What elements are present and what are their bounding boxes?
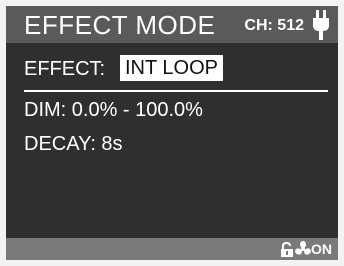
- effect-value-selected[interactable]: INT LOOP: [120, 55, 223, 81]
- fan-status: ON: [311, 241, 332, 257]
- header-bar: EFFECT MODE CH: 512: [6, 6, 338, 43]
- dim-range: DIM: 0.0% - 100.0%: [24, 99, 203, 121]
- plug-icon: [313, 10, 329, 40]
- decay-time: DECAY: 8s: [24, 133, 123, 155]
- effect-label: EFFECT:: [24, 58, 106, 80]
- unlock-icon: [281, 242, 293, 257]
- channel-indicator: CH: 512: [244, 17, 304, 34]
- lcd-screen: EFFECT MODE CH: 512 EFFECT: INT LOOP DIM…: [6, 6, 338, 260]
- divider: [24, 90, 328, 92]
- page-title: EFFECT MODE: [24, 10, 216, 40]
- fan-icon: [295, 241, 311, 255]
- status-bar: ON: [6, 238, 338, 260]
